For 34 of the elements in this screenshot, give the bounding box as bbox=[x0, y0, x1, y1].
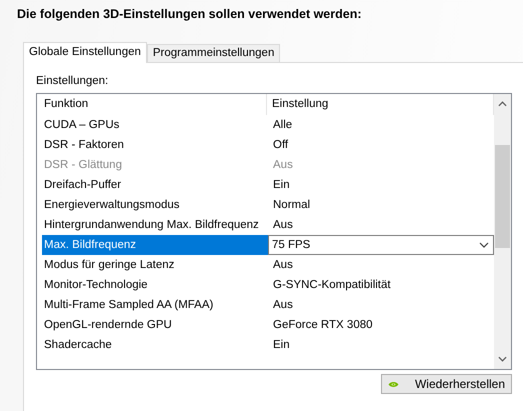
setting-value: GeForce RTX 3080 bbox=[272, 318, 374, 333]
setting-value: Aus bbox=[272, 258, 294, 273]
setting-value: Ein bbox=[272, 178, 291, 193]
setting-name[interactable]: DSR - Faktoren bbox=[42, 135, 268, 155]
setting-value: Off bbox=[272, 138, 290, 153]
setting-name[interactable]: Monitor-Technologie bbox=[42, 275, 268, 295]
setting-value: G-SYNC-Kompatibilität bbox=[272, 278, 392, 293]
settings-label: Einstellungen: bbox=[36, 74, 110, 88]
setting-name[interactable]: Max. Bildfrequenz bbox=[42, 235, 268, 255]
setting-name[interactable]: Modus für geringe Latenz bbox=[42, 255, 268, 275]
setting-name[interactable]: CUDA – GPUs bbox=[42, 115, 268, 135]
setting-name[interactable]: Dreifach-Puffer bbox=[42, 175, 268, 195]
scroll-up-icon[interactable] bbox=[498, 101, 507, 107]
value-dropdown[interactable]: 75 FPS bbox=[268, 235, 494, 255]
scrollbar[interactable] bbox=[494, 94, 511, 369]
chevron-down-icon[interactable] bbox=[479, 242, 489, 248]
setting-name[interactable]: OpenGL-rendernde GPU bbox=[42, 315, 268, 335]
tab[interactable]: Globale Einstellungen bbox=[23, 42, 147, 63]
tab[interactable]: Programmeinstellungen bbox=[146, 44, 280, 62]
setting-name[interactable]: Hintergrundanwendung Max. Bildfrequenz bbox=[42, 215, 268, 235]
column-header[interactable]: Funktion bbox=[42, 94, 267, 115]
setting-name[interactable]: Energieverwaltungsmodus bbox=[42, 195, 268, 215]
setting-value: Normal bbox=[272, 198, 312, 213]
setting-value: Ein bbox=[272, 338, 291, 353]
setting-name[interactable]: Shadercache bbox=[42, 335, 268, 355]
scroll-thumb[interactable] bbox=[495, 145, 510, 248]
scroll-down-icon[interactable] bbox=[498, 356, 507, 362]
setting-name[interactable]: Multi-Frame Sampled AA (MFAA) bbox=[42, 295, 268, 315]
restore-button[interactable]: Wiederherstellen bbox=[381, 374, 512, 394]
setting-value: Alle bbox=[272, 118, 294, 133]
section-heading: Die folgenden 3D-Einstellungen sollen verwendet werden: bbox=[17, 6, 363, 23]
setting-value: Aus bbox=[272, 218, 294, 233]
setting-value: Aus bbox=[272, 158, 294, 173]
setting-value: Aus bbox=[272, 298, 294, 313]
